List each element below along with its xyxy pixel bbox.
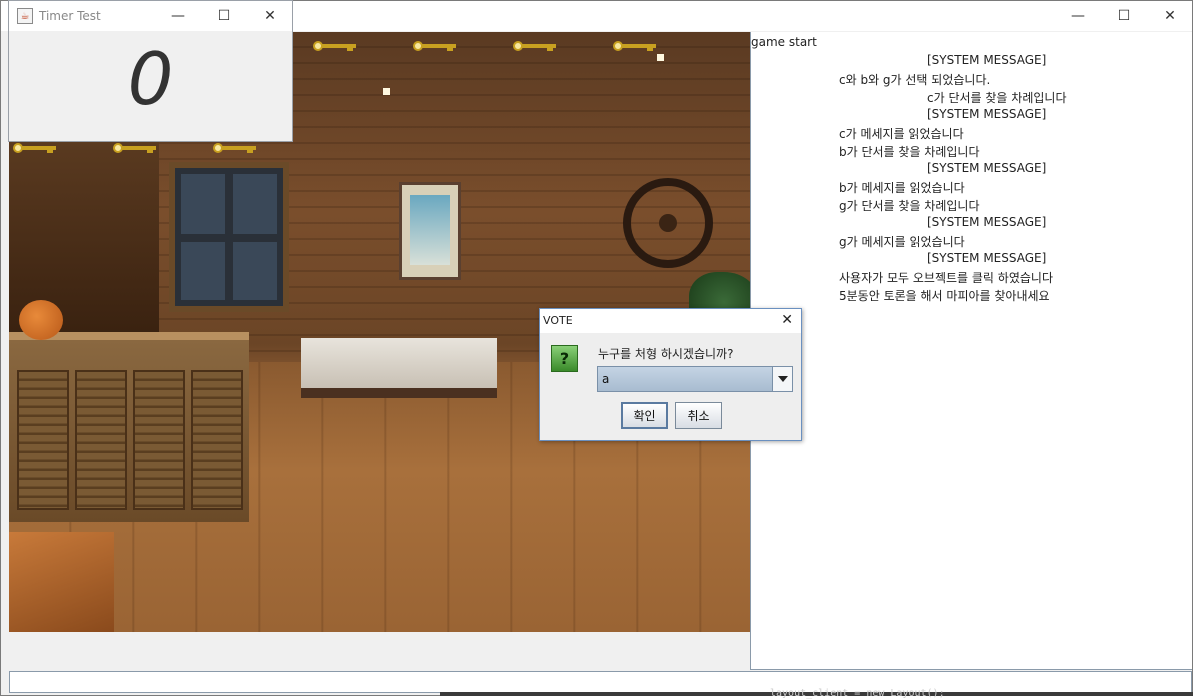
chat-line: [SYSTEM MESSAGE] — [927, 251, 1047, 265]
chat-line: c와 b와 g가 선택 되었습니다. — [839, 73, 991, 87]
key-icon[interactable] — [513, 40, 557, 52]
close-icon[interactable]: ✕ — [247, 1, 293, 31]
timer-titlebar[interactable]: ☕ Timer Test — ☐ ✕ — [9, 1, 292, 31]
timer-title: Timer Test — [39, 9, 101, 23]
key-icon[interactable] — [113, 142, 157, 154]
pumpkin[interactable] — [19, 300, 63, 340]
chat-line: 5분동안 토론을 해서 마피아를 찾아내세요 — [839, 289, 1050, 303]
chat-line: [SYSTEM MESSAGE] — [927, 107, 1047, 121]
key-icon[interactable] — [213, 142, 257, 154]
cabinet[interactable] — [9, 332, 249, 522]
ship-wheel[interactable] — [623, 178, 713, 268]
ceiling-light — [383, 88, 390, 95]
chat-line: c가 단서를 찾을 차례입니다 — [927, 91, 1067, 105]
minimize-icon[interactable]: — — [155, 1, 201, 31]
chat-line: g가 메세지를 읽었습니다 — [839, 235, 965, 249]
maximize-icon[interactable]: ☐ — [1101, 1, 1147, 31]
chat-line: [SYSTEM MESSAGE] — [927, 53, 1047, 67]
ceiling-light — [657, 54, 664, 61]
question-icon: ? — [551, 345, 578, 372]
vote-target-select[interactable]: a — [597, 366, 793, 392]
key-icon[interactable] — [13, 142, 57, 154]
chat-line: [SYSTEM MESSAGE] — [927, 161, 1047, 175]
chat-line: b가 메세지를 읽었습니다 — [839, 181, 965, 195]
bed[interactable] — [301, 338, 497, 398]
chat-log[interactable]: game start [SYSTEM MESSAGE] c와 b와 g가 선택 … — [750, 32, 1192, 670]
chevron-down-icon[interactable] — [772, 367, 792, 391]
close-icon[interactable]: ✕ — [781, 312, 793, 328]
maximize-icon[interactable]: ☐ — [201, 1, 247, 31]
cancel-button[interactable]: 취소 — [675, 402, 722, 429]
vote-dialog: VOTE ✕ ? 누구를 처형 하시겠습니까? a 확인 취소 — [539, 308, 802, 441]
background-code-text: layout_client = new Layout(); — [770, 688, 945, 699]
room-window — [169, 162, 289, 312]
vote-titlebar[interactable]: VOTE ✕ — [540, 309, 801, 333]
chat-line: 사용자가 모두 오브젝트를 클릭 하였습니다 — [839, 271, 1053, 285]
ok-button[interactable]: 확인 — [621, 402, 668, 429]
timer-window: ☕ Timer Test — ☐ ✕ 0 — [8, 0, 293, 142]
vote-target-value: a — [602, 372, 610, 386]
timer-value: 0 — [127, 37, 174, 121]
key-icon[interactable] — [313, 40, 357, 52]
chat-line: game start — [751, 35, 817, 49]
chat-line: c가 메세지를 읽었습니다 — [839, 127, 964, 141]
key-icon[interactable] — [613, 40, 657, 52]
java-icon: ☕ — [17, 8, 33, 24]
key-icon[interactable] — [413, 40, 457, 52]
wall-poster[interactable] — [399, 182, 461, 280]
chat-line: g가 단서를 찾을 차례입니다 — [839, 199, 980, 213]
close-icon[interactable]: ✕ — [1147, 1, 1193, 31]
table-corner — [9, 532, 114, 632]
vote-question: 누구를 처형 하시겠습니까? — [598, 347, 734, 361]
chat-line: [SYSTEM MESSAGE] — [927, 215, 1047, 229]
chat-line: b가 단서를 찾을 차례입니다 — [839, 145, 980, 159]
minimize-icon[interactable]: — — [1055, 1, 1101, 31]
chat-input[interactable] — [9, 671, 1192, 693]
vote-title: VOTE — [543, 314, 573, 327]
